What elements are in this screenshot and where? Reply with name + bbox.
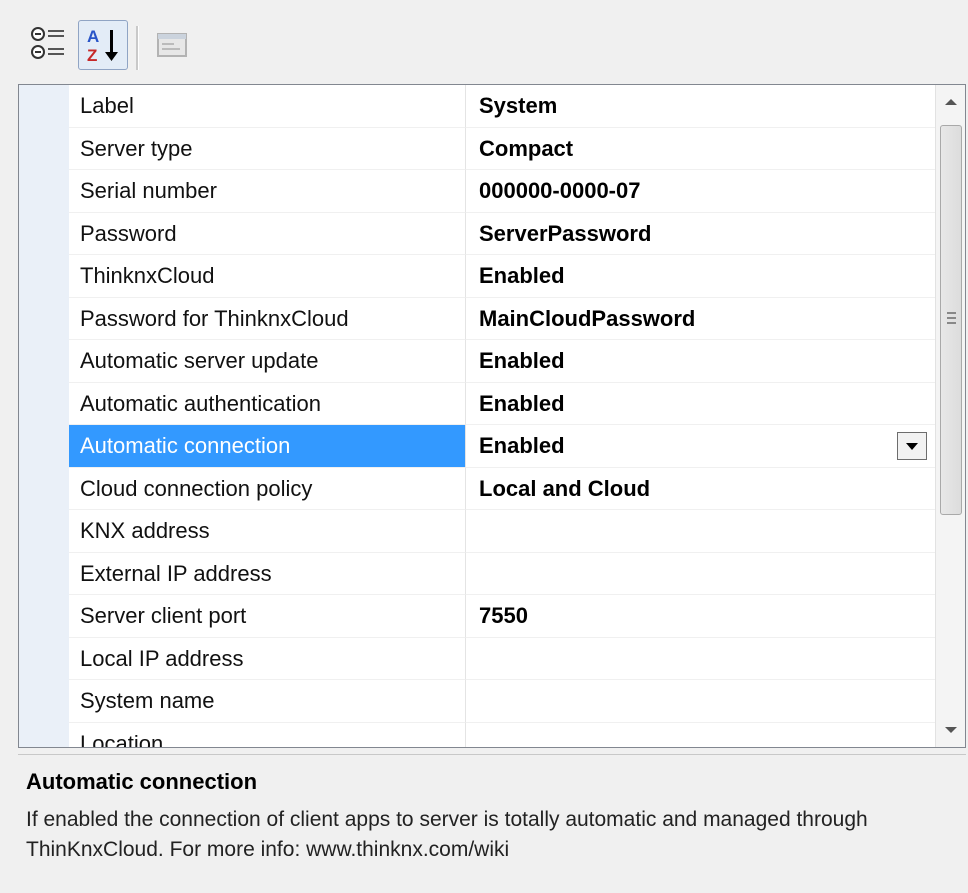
property-value[interactable] bbox=[466, 723, 935, 748]
arrow-down-icon bbox=[945, 727, 957, 733]
property-pages-button[interactable] bbox=[146, 20, 196, 70]
arrow-up-icon bbox=[945, 99, 957, 105]
property-grid-toolbar: A Z bbox=[18, 14, 958, 78]
property-value[interactable]: Enabled bbox=[466, 255, 935, 298]
vertical-scrollbar[interactable] bbox=[935, 85, 965, 747]
property-grid: Label System Server type Compact Serial … bbox=[18, 84, 966, 748]
chevron-down-icon bbox=[906, 442, 918, 450]
alphabetical-sort-icon: A Z bbox=[87, 27, 118, 65]
property-row-external-ip-address[interactable]: External IP address bbox=[69, 552, 935, 595]
property-value[interactable] bbox=[466, 553, 935, 595]
property-name: System name bbox=[69, 680, 466, 723]
property-name: Local IP address bbox=[69, 637, 466, 680]
description-panel: Automatic connection If enabled the conn… bbox=[18, 754, 966, 893]
property-row-cloud-connection-policy[interactable]: Cloud connection policy Local and Cloud bbox=[69, 467, 935, 510]
categorized-icon bbox=[31, 27, 64, 59]
scrollbar-thumb[interactable] bbox=[940, 125, 962, 515]
property-row-knx-address[interactable]: KNX address bbox=[69, 510, 935, 553]
property-value[interactable]: Local and Cloud bbox=[466, 468, 935, 510]
property-name: KNX address bbox=[69, 510, 466, 553]
property-row-label[interactable]: Label System bbox=[69, 85, 935, 128]
property-row-cloud-password[interactable]: Password for ThinknxCloud MainCloudPassw… bbox=[69, 297, 935, 340]
property-name: Server type bbox=[69, 127, 466, 170]
property-row-thinknxcloud[interactable]: ThinknxCloud Enabled bbox=[69, 255, 935, 298]
property-name: External IP address bbox=[69, 552, 466, 595]
svg-text:A: A bbox=[87, 27, 99, 46]
svg-text:Z: Z bbox=[87, 46, 97, 65]
alphabetical-sort-button[interactable]: A Z bbox=[78, 20, 128, 70]
property-row-location[interactable]: Location bbox=[69, 722, 935, 748]
property-value[interactable]: Enabled bbox=[466, 340, 935, 383]
toolbar-separator bbox=[136, 26, 139, 70]
property-value[interactable] bbox=[466, 680, 935, 723]
property-name: ThinknxCloud bbox=[69, 255, 466, 298]
property-value[interactable] bbox=[466, 510, 935, 553]
property-value[interactable] bbox=[466, 638, 935, 680]
property-value[interactable]: 7550 bbox=[466, 595, 935, 638]
scroll-up-button[interactable] bbox=[936, 85, 965, 119]
description-title: Automatic connection bbox=[26, 769, 258, 794]
property-name: Cloud connection policy bbox=[69, 467, 466, 510]
property-value[interactable]: ServerPassword bbox=[466, 213, 935, 255]
property-row-serial-number[interactable]: Serial number 000000-0000-07 bbox=[69, 170, 935, 213]
grid-gutter bbox=[19, 85, 69, 747]
property-value[interactable]: Enabled bbox=[466, 425, 935, 468]
property-value[interactable]: Compact bbox=[466, 128, 935, 170]
property-row-automatic-authentication[interactable]: Automatic authentication Enabled bbox=[69, 382, 935, 425]
property-value[interactable]: Enabled bbox=[466, 383, 935, 425]
property-value[interactable]: System bbox=[466, 85, 935, 128]
scroll-down-button[interactable] bbox=[936, 713, 965, 747]
property-name: Label bbox=[69, 85, 466, 128]
property-name: Location bbox=[69, 722, 466, 747]
property-rows: Label System Server type Compact Serial … bbox=[69, 85, 935, 748]
property-name: Automatic authentication bbox=[69, 382, 466, 425]
property-row-password[interactable]: Password ServerPassword bbox=[69, 212, 935, 255]
description-text: If enabled the connection of client apps… bbox=[26, 808, 868, 861]
property-row-server-client-port[interactable]: Server client port 7550 bbox=[69, 595, 935, 638]
value-dropdown-button[interactable] bbox=[897, 432, 927, 460]
property-row-automatic-connection[interactable]: Automatic connection Enabled bbox=[69, 425, 935, 468]
property-name: Password bbox=[69, 212, 466, 255]
property-value[interactable]: MainCloudPassword bbox=[466, 298, 935, 340]
property-value[interactable]: 000000-0000-07 bbox=[466, 170, 935, 213]
property-row-automatic-server-update[interactable]: Automatic server update Enabled bbox=[69, 340, 935, 383]
property-name: Server client port bbox=[69, 595, 466, 638]
property-row-system-name[interactable]: System name bbox=[69, 680, 935, 723]
categorized-button[interactable] bbox=[26, 20, 76, 70]
grip-icon bbox=[947, 312, 956, 324]
property-row-server-type[interactable]: Server type Compact bbox=[69, 127, 935, 170]
property-name: Password for ThinknxCloud bbox=[69, 297, 466, 340]
property-name: Serial number bbox=[69, 170, 466, 213]
property-name: Automatic connection bbox=[69, 425, 466, 468]
property-pages-icon bbox=[157, 33, 187, 57]
property-name: Automatic server update bbox=[69, 340, 466, 383]
property-row-local-ip-address[interactable]: Local IP address bbox=[69, 637, 935, 680]
